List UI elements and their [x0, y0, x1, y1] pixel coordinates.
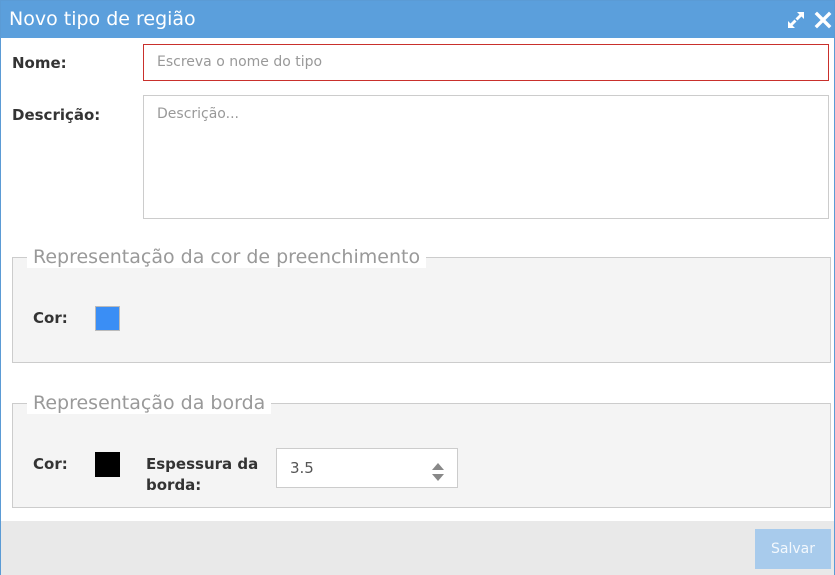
- dialog-footer: Salvar: [1, 521, 834, 575]
- name-label: Nome:: [12, 54, 67, 72]
- spin-down-icon[interactable]: [431, 470, 445, 481]
- spin-up-icon[interactable]: [431, 458, 445, 470]
- dialog-titlebar[interactable]: Novo tipo de região: [1, 1, 834, 38]
- dialog-title: Novo tipo de região: [9, 8, 196, 30]
- border-color-label: Cor:: [33, 455, 68, 473]
- fill-color-label: Cor:: [33, 309, 68, 327]
- border-thickness-label-line2: borda:: [146, 476, 202, 494]
- new-region-type-dialog: Novo tipo de região Nome: Escreva o nome…: [0, 0, 835, 575]
- border-section-legend: Representação da borda: [27, 392, 272, 414]
- border-thickness-label: Espessura da borda:: [146, 454, 258, 496]
- fill-color-section: Representação da cor de preenchimento Co…: [12, 246, 831, 363]
- description-textarea[interactable]: Descrição...: [143, 95, 829, 219]
- fill-section-legend: Representação da cor de preenchimento: [27, 246, 427, 268]
- border-thickness-label-line1: Espessura da: [146, 455, 259, 473]
- description-label: Descrição:: [12, 106, 101, 124]
- name-input[interactable]: Escreva o nome do tipo: [143, 44, 829, 81]
- close-icon[interactable]: [813, 10, 833, 30]
- fill-color-swatch[interactable]: [95, 306, 120, 331]
- save-button[interactable]: Salvar: [755, 529, 831, 569]
- border-color-swatch[interactable]: [95, 452, 120, 477]
- border-thickness-value[interactable]: 3.5: [290, 459, 314, 477]
- border-thickness-spinner[interactable]: 3.5: [276, 448, 458, 488]
- expand-arrows-icon[interactable]: [786, 10, 806, 30]
